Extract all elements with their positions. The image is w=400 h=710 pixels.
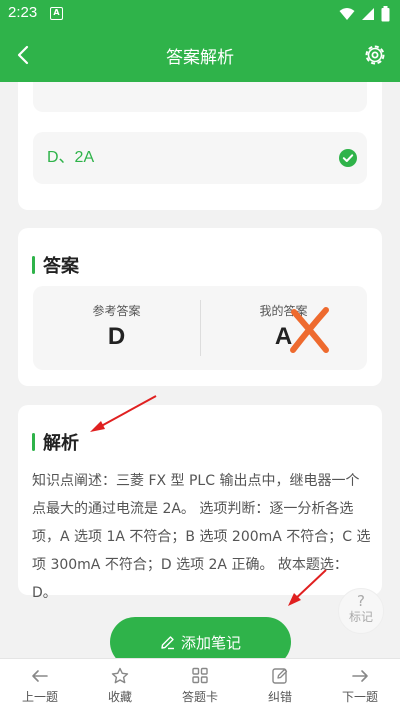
notification-icon: A — [50, 7, 63, 20]
mark-label: 标记 — [348, 610, 373, 624]
check-circle-icon — [339, 149, 357, 167]
reference-answer-label: 参考答案 — [92, 304, 141, 318]
arrow-right-icon — [352, 670, 368, 682]
gear-icon[interactable] — [362, 42, 388, 68]
my-answer: 我的答案 A — [200, 286, 367, 353]
answer-section-title: 答案 — [43, 256, 79, 277]
edit-icon — [272, 668, 288, 684]
arrow-left-icon — [32, 670, 48, 682]
section-accent-bar — [32, 256, 35, 274]
section-accent-bar — [32, 433, 35, 451]
page-title: 答案解析 — [166, 48, 234, 68]
nav-label: 收藏 — [107, 690, 132, 704]
nav-label: 纠错 — [267, 690, 292, 704]
annotation-arrow-icon — [90, 395, 157, 432]
nav-prev-question[interactable]: 上一题 — [0, 659, 80, 710]
answer-card: 答案 参考答案 D 我的答案 A — [18, 228, 382, 386]
nav-answer-sheet[interactable]: 答题卡 — [160, 659, 240, 710]
analysis-section-title: 解析 — [43, 433, 79, 454]
pencil-icon — [161, 635, 174, 649]
wifi-icon — [339, 8, 355, 20]
reference-answer: 参考答案 D — [33, 286, 200, 351]
status-icons — [339, 6, 390, 22]
nav-favorite[interactable]: 收藏 — [80, 659, 160, 710]
bottom-nav: 上一题 收藏 答题卡 纠错 下一题 — [0, 658, 400, 710]
nav-label: 答题卡 — [181, 690, 218, 704]
app-bar: 答案解析 — [0, 28, 400, 82]
mark-button[interactable]: ? 标记 — [338, 588, 384, 634]
annotation-arrow-icon — [288, 569, 327, 606]
reference-answer-value: D — [107, 323, 126, 350]
my-answer-value: A — [274, 323, 293, 350]
wrong-cross-icon — [290, 307, 329, 353]
status-time: 2:23 — [8, 4, 38, 21]
my-answer-label: 我的答案 — [259, 304, 308, 318]
answer-box: 参考答案 D 我的答案 A — [33, 286, 367, 370]
question-mark-icon: ? — [357, 592, 365, 610]
status-bar: 2:23 A — [0, 0, 400, 28]
nav-label: 上一题 — [21, 690, 58, 704]
star-icon — [111, 667, 129, 684]
option-d-label: D、2A — [47, 149, 95, 166]
add-note-label: 添加笔记 — [180, 633, 241, 652]
analysis-section-header: 解析 — [32, 429, 79, 455]
nav-next-question[interactable]: 下一题 — [320, 659, 400, 710]
signal-icon — [362, 8, 374, 20]
nav-label: 下一题 — [341, 690, 378, 704]
options-card: C、300mA D、2A — [18, 60, 382, 210]
nav-report-error[interactable]: 纠错 — [240, 659, 320, 710]
answer-section-header: 答案 — [32, 252, 79, 278]
battery-icon — [381, 6, 390, 22]
grid-icon — [192, 667, 208, 684]
option-d[interactable]: D、2A — [33, 132, 367, 184]
